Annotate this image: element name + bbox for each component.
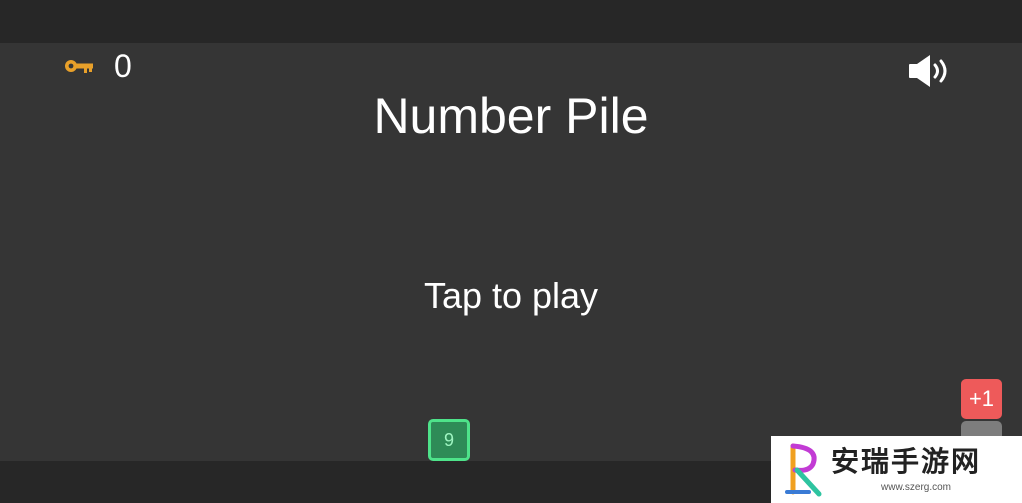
current-number-block: 9: [428, 419, 470, 461]
watermark: 安瑞手游网 www.szerg.com: [771, 436, 1022, 503]
tap-to-play-prompt[interactable]: Tap to play: [0, 274, 1022, 318]
key-counter: 0: [64, 50, 132, 82]
key-icon: [64, 57, 94, 75]
watermark-logo-icon: [779, 442, 829, 503]
bonus-block: +1: [961, 379, 1002, 419]
top-bar: [0, 0, 1022, 43]
watermark-url: www.szerg.com: [881, 482, 952, 493]
key-count: 0: [114, 48, 132, 84]
sound-toggle-button[interactable]: [906, 52, 956, 90]
game-title: Number Pile: [373, 88, 649, 144]
watermark-name: 安瑞手游网: [831, 445, 982, 478]
